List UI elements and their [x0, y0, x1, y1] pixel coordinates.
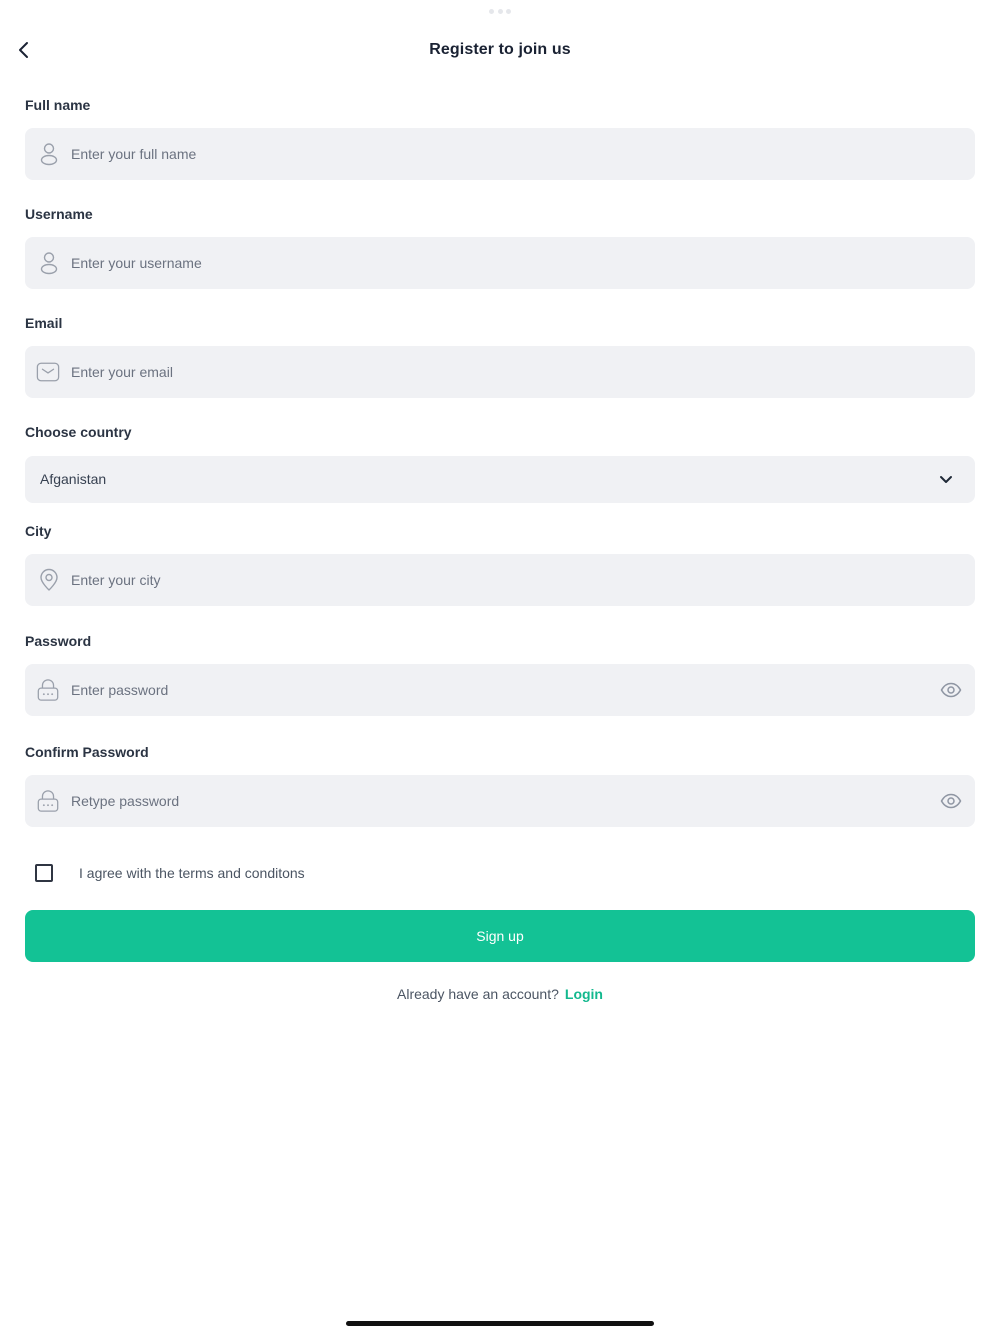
username-input[interactable]	[71, 237, 911, 289]
sign-up-button[interactable]: Sign up	[25, 910, 975, 962]
password-label: Password	[25, 633, 92, 649]
full-name-input[interactable]	[71, 128, 911, 180]
header: Register to join us	[0, 30, 1000, 72]
full-name-field[interactable]	[25, 128, 975, 180]
chevron-down-icon	[935, 468, 957, 490]
password-field[interactable]	[25, 664, 975, 716]
email-label: Email	[25, 315, 63, 331]
eye-icon[interactable]	[939, 789, 963, 813]
terms-label: I agree with the terms and conditons	[79, 865, 305, 881]
city-label: City	[25, 523, 52, 539]
home-indicator	[346, 1321, 654, 1326]
city-input[interactable]	[71, 554, 911, 606]
login-prompt-text: Already have an account?	[397, 986, 559, 1002]
mail-icon	[36, 360, 60, 384]
confirm-password-input[interactable]	[71, 775, 891, 827]
page-title: Register to join us	[429, 41, 571, 58]
terms-checkbox[interactable]	[35, 864, 53, 882]
user-icon	[37, 251, 61, 275]
country-select[interactable]: Afganistan	[25, 456, 975, 503]
terms-row: I agree with the terms and conditons	[35, 863, 305, 883]
lock-icon	[36, 678, 60, 702]
login-prompt: Already have an account? Login	[0, 986, 1000, 1002]
location-pin-icon	[37, 568, 61, 592]
username-field[interactable]	[25, 237, 975, 289]
confirm-password-field[interactable]	[25, 775, 975, 827]
full-name-label: Full name	[25, 97, 91, 113]
country-selected-value: Afganistan	[40, 471, 107, 487]
country-label: Choose country	[25, 424, 132, 440]
username-label: Username	[25, 206, 93, 222]
password-input[interactable]	[71, 664, 891, 716]
email-input[interactable]	[71, 346, 911, 398]
confirm-password-label: Confirm Password	[25, 744, 149, 760]
user-icon	[37, 142, 61, 166]
lock-icon	[36, 789, 60, 813]
city-field[interactable]	[25, 554, 975, 606]
window-handle-dots	[489, 9, 511, 15]
email-field[interactable]	[25, 346, 975, 398]
login-link[interactable]: Login	[565, 986, 603, 1002]
eye-icon[interactable]	[939, 678, 963, 702]
